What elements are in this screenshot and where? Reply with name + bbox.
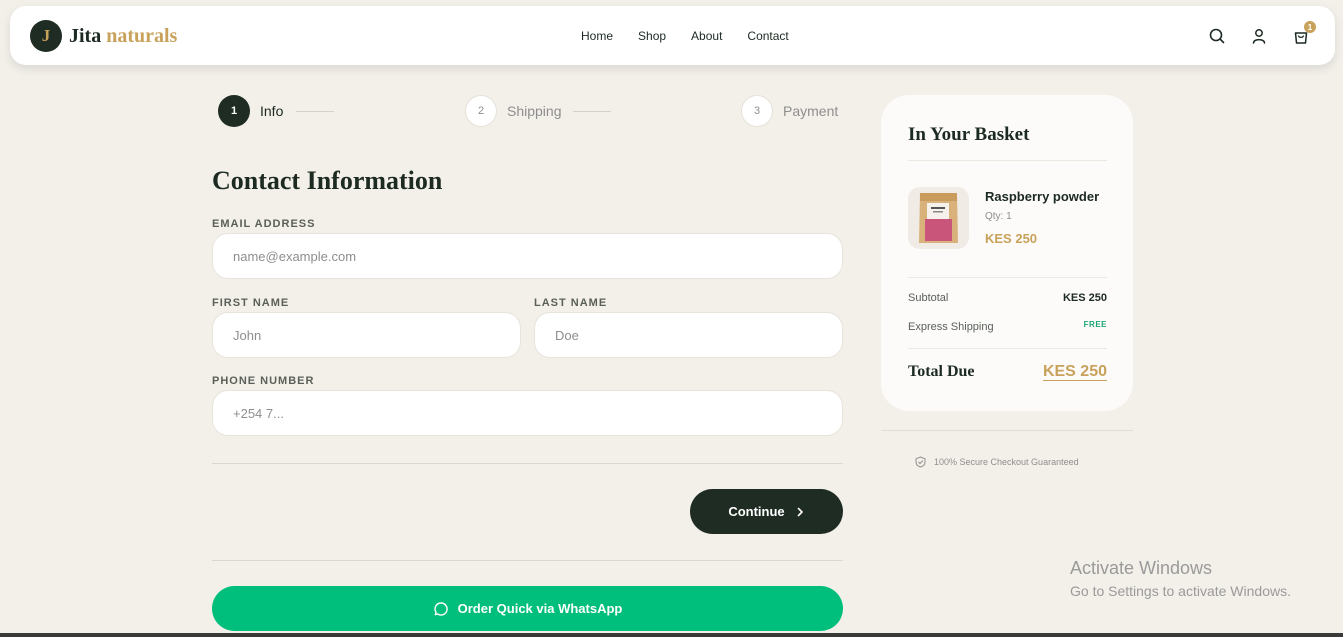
activate-windows-watermark: Activate Windows Go to Settings to activ… — [1070, 558, 1291, 599]
step-number: 1 — [218, 95, 250, 127]
cart-icon[interactable]: 1 — [1292, 21, 1316, 45]
step-connector — [573, 111, 611, 112]
site-header: J Jita naturals Home Shop About Contact … — [10, 6, 1335, 65]
product-qty: Qty: 1 — [985, 211, 1012, 222]
phone-label: PHONE NUMBER — [212, 375, 315, 387]
logo-name-2: naturals — [106, 24, 178, 47]
whatsapp-order-button[interactable]: Order Quick via WhatsApp — [212, 586, 843, 631]
step-label: Payment — [783, 103, 839, 119]
nav-contact[interactable]: Contact — [747, 29, 788, 43]
total-value: KES 250 — [1042, 363, 1107, 380]
watermark-title: Activate Windows — [1070, 558, 1213, 578]
divider — [908, 277, 1107, 278]
logo[interactable]: J Jita naturals — [30, 20, 177, 52]
shipping-label: Express Shipping — [908, 321, 994, 333]
continue-label: Continue — [728, 504, 785, 519]
logo-text: Jita naturals — [69, 25, 177, 48]
subtotal-value: KES 250 — [1062, 292, 1107, 304]
basket-title: In Your Basket — [908, 124, 1030, 145]
chevron-right-icon — [797, 507, 803, 516]
main-nav: Home Shop About Contact — [581, 29, 789, 43]
step-label: Shipping — [507, 103, 562, 119]
secure-checkout-note: 100% Secure Checkout Guaranteed — [915, 456, 1079, 468]
step-number: 3 — [741, 95, 773, 127]
divider — [212, 463, 843, 464]
step-connector — [296, 111, 334, 112]
logo-name-1: Jita — [69, 24, 102, 47]
taskbar-edge — [0, 633, 1343, 637]
step-payment: 3 Payment — [741, 95, 838, 127]
phone-field[interactable] — [212, 390, 843, 436]
whatsapp-icon — [433, 601, 448, 616]
email-field[interactable] — [212, 233, 843, 279]
divider — [908, 348, 1107, 349]
secure-text: 100% Secure Checkout Guaranteed — [934, 457, 1079, 467]
shipping-value: FREE — [1083, 320, 1107, 329]
product-image — [908, 187, 969, 249]
product-price: KES 250 — [985, 231, 1038, 246]
email-label: EMAIL ADDRESS — [212, 218, 316, 230]
basket-summary: In Your Basket Raspberry powder Qty: 1 K… — [881, 95, 1133, 411]
user-icon[interactable] — [1250, 27, 1268, 45]
nav-home[interactable]: Home — [581, 29, 613, 43]
logo-mark: J — [30, 20, 62, 52]
cart-count-badge: 1 — [1304, 21, 1316, 33]
watermark-subtitle: Go to Settings to activate Windows. — [1070, 583, 1291, 599]
continue-button[interactable]: Continue — [690, 489, 843, 534]
search-icon[interactable] — [1208, 27, 1226, 45]
step-shipping: 2 Shipping — [465, 95, 562, 127]
first-name-label: FIRST NAME — [212, 297, 290, 309]
page-title: Contact Information — [212, 166, 443, 195]
step-info: 1 Info — [218, 95, 283, 127]
step-number: 2 — [465, 95, 497, 127]
last-name-field[interactable] — [534, 312, 843, 358]
step-label: Info — [260, 103, 284, 119]
divider — [908, 160, 1107, 161]
whatsapp-label: Order Quick via WhatsApp — [457, 601, 623, 616]
nav-shop[interactable]: Shop — [638, 29, 666, 43]
first-name-field[interactable] — [212, 312, 521, 358]
last-name-label: LAST NAME — [534, 297, 608, 309]
nav-about[interactable]: About — [691, 29, 722, 43]
divider — [212, 560, 843, 561]
product-name: Raspberry powder — [985, 189, 1100, 204]
shield-check-icon — [915, 456, 926, 468]
total-label: Total Due — [908, 363, 975, 380]
divider — [881, 430, 1133, 431]
subtotal-label: Subtotal — [908, 292, 949, 304]
